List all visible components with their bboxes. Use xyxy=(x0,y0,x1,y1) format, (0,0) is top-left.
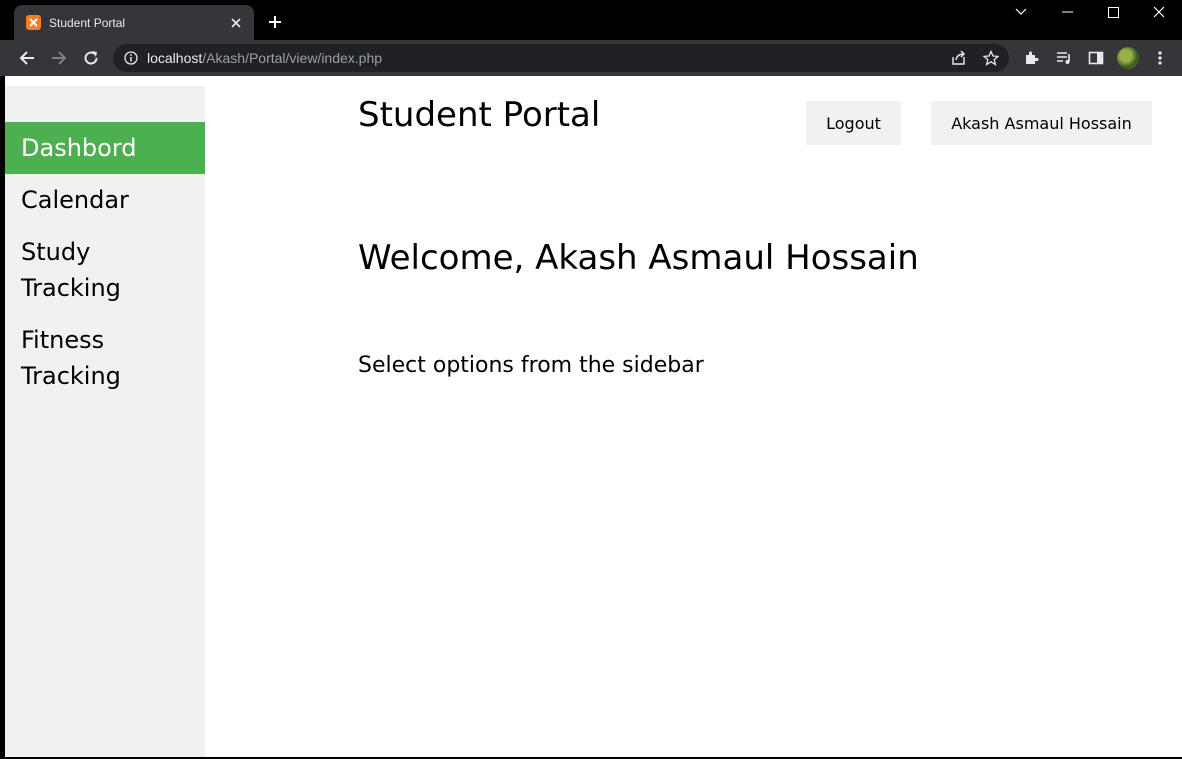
url-path: /Akash/Portal/view/index.php xyxy=(202,50,383,66)
hint-text: Select options from the sidebar xyxy=(358,353,704,378)
welcome-heading: Welcome, Akash Asmaul Hossain xyxy=(358,238,919,278)
url-text: localhost/Akash/Portal/view/index.php xyxy=(147,50,947,66)
user-profile-button[interactable]: Akash Asmaul Hossain xyxy=(931,101,1152,145)
xampp-favicon-icon xyxy=(26,15,41,30)
new-tab-icon[interactable] xyxy=(264,11,286,33)
maximize-icon[interactable] xyxy=(1090,0,1136,24)
extensions-icon[interactable] xyxy=(1020,46,1044,70)
info-icon[interactable] xyxy=(123,50,139,66)
tab-title: Student Portal xyxy=(49,15,126,30)
share-icon[interactable] xyxy=(947,46,971,70)
media-queue-icon[interactable] xyxy=(1052,46,1076,70)
close-window-icon[interactable] xyxy=(1136,0,1182,24)
sidebar-item-study-tracking[interactable]: Study Tracking xyxy=(5,226,205,314)
menu-kebab-icon[interactable] xyxy=(1148,46,1172,70)
window-left-edge xyxy=(0,76,5,759)
minimize-icon[interactable] xyxy=(1044,0,1090,24)
browser-titlebar: Student Portal xyxy=(0,0,1182,40)
sidebar-item-fitness-tracking[interactable]: Fitness Tracking xyxy=(5,314,205,402)
reload-icon[interactable] xyxy=(79,46,103,70)
tab-search-icon[interactable] xyxy=(998,0,1044,24)
forward-icon[interactable] xyxy=(47,46,71,70)
page-viewport: Dashbord Calendar Study Tracking Fitness… xyxy=(5,76,1182,757)
side-panel-icon[interactable] xyxy=(1084,46,1108,70)
url-host: localhost xyxy=(147,50,203,66)
browser-toolbar: localhost/Akash/Portal/view/index.php xyxy=(0,40,1182,76)
close-tab-icon[interactable] xyxy=(226,13,246,33)
profile-avatar[interactable] xyxy=(1117,47,1139,69)
sidebar: Dashbord Calendar Study Tracking Fitness… xyxy=(5,86,205,757)
bookmark-star-icon[interactable] xyxy=(979,46,1003,70)
sidebar-menu: Dashbord Calendar Study Tracking Fitness… xyxy=(5,122,205,402)
back-icon[interactable] xyxy=(15,46,39,70)
logout-button[interactable]: Logout xyxy=(806,101,901,145)
main-content: Student Portal Logout Akash Asmaul Hossa… xyxy=(205,76,1182,757)
sidebar-item-calendar[interactable]: Calendar xyxy=(5,174,205,226)
page-title: Student Portal xyxy=(358,95,601,135)
address-bar[interactable]: localhost/Akash/Portal/view/index.php xyxy=(113,44,1009,72)
browser-tab[interactable]: Student Portal xyxy=(14,5,254,40)
sidebar-item-dashboard[interactable]: Dashbord xyxy=(5,122,205,174)
